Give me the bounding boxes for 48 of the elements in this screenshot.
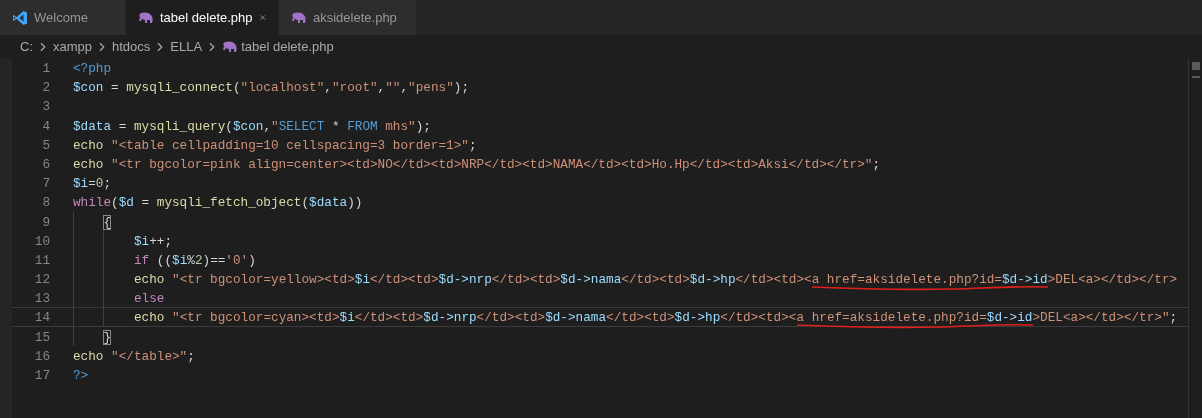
code-line: echo "<table cellpadding=10 cellspacing=3 border=1>"; xyxy=(73,136,477,155)
line-number: 17 xyxy=(33,367,50,384)
tab-label: aksidelete.php xyxy=(313,8,397,27)
breadcrumb-item[interactable]: tabel delete.php xyxy=(241,36,334,57)
code-line: $data = mysqli_query($con,"SELECT * FROM mhs"); xyxy=(73,117,431,136)
code-line: echo "<tr bgcolor=pink align=center><td>NO</td><td>NRP</td><td>NAMA</td><td>Ho.Hp</td><td>Aksi</td></tr>"; xyxy=(73,155,881,174)
code-line: if (($i%2)=='0') xyxy=(133,251,256,270)
code-line: ?> xyxy=(73,367,89,385)
line-number: 15 xyxy=(33,328,50,345)
line-number: 8 xyxy=(41,194,50,211)
code-line: echo "</table>"; xyxy=(73,347,195,366)
code-line: { xyxy=(103,213,112,232)
code-line: $con = mysqli_connect("localhost","root","","pens"); xyxy=(73,79,469,98)
line-number: 4 xyxy=(41,117,50,134)
line-number: 5 xyxy=(41,136,50,153)
code-line: $i=0; xyxy=(73,175,112,194)
editor-tab[interactable]: tabel delete.php xyxy=(126,0,279,35)
code-line: else xyxy=(133,290,165,309)
line-number: 13 xyxy=(33,290,50,307)
line-number: 14 xyxy=(33,309,50,326)
line-number: 2 xyxy=(41,79,50,96)
code-line: <?php xyxy=(73,60,112,78)
elephant-icon xyxy=(222,40,239,53)
line-number: 3 xyxy=(41,98,50,115)
code-line: $i++; xyxy=(133,232,173,251)
breadcrumb-item[interactable]: C: xyxy=(20,36,33,57)
breadcrumb-item[interactable]: htdocs xyxy=(112,36,151,57)
code-line: echo "<tr bgcolor=yellow><td>$i</td><td>$d->nrp</td><td>$d->nama</td><td>$d->hp</td><td><a href=aksidelete.php?id=$d->id>DEL<a></td></tr> xyxy=(133,271,1178,290)
line-number: 12 xyxy=(33,271,50,288)
tab-label: tabel delete.php xyxy=(160,8,253,27)
editor-tab[interactable]: Welcome xyxy=(0,0,126,35)
line-number: 11 xyxy=(33,251,50,269)
code-line: while($d = mysqli_fetch_object($data)) xyxy=(73,194,363,213)
line-number: 9 xyxy=(41,213,50,230)
code-line: echo "<tr bgcolor=cyan><td>$i</td><td>$d->nrp</td><td>$d->nama</td><td>$d->hp</td><td><a href=aksidelete.php?id=$d->id>DEL<a></td></tr>"; xyxy=(133,309,1178,328)
line-number: 1 xyxy=(41,60,50,77)
line-number: 6 xyxy=(41,155,50,173)
editor-tab[interactable]: aksidelete.php xyxy=(279,0,417,35)
line-number: 7 xyxy=(41,175,50,192)
elephant-icon xyxy=(291,11,307,24)
breadcrumb-item[interactable]: xampp xyxy=(53,36,93,57)
code-line: } xyxy=(103,328,112,347)
line-number: 16 xyxy=(33,347,50,364)
elephant-icon xyxy=(138,11,154,24)
code-editor-logo-icon xyxy=(12,9,28,26)
breadcrumb-item[interactable]: ELLA xyxy=(170,36,203,57)
tab-label: Welcome xyxy=(34,8,88,27)
line-number: 10 xyxy=(33,232,50,249)
